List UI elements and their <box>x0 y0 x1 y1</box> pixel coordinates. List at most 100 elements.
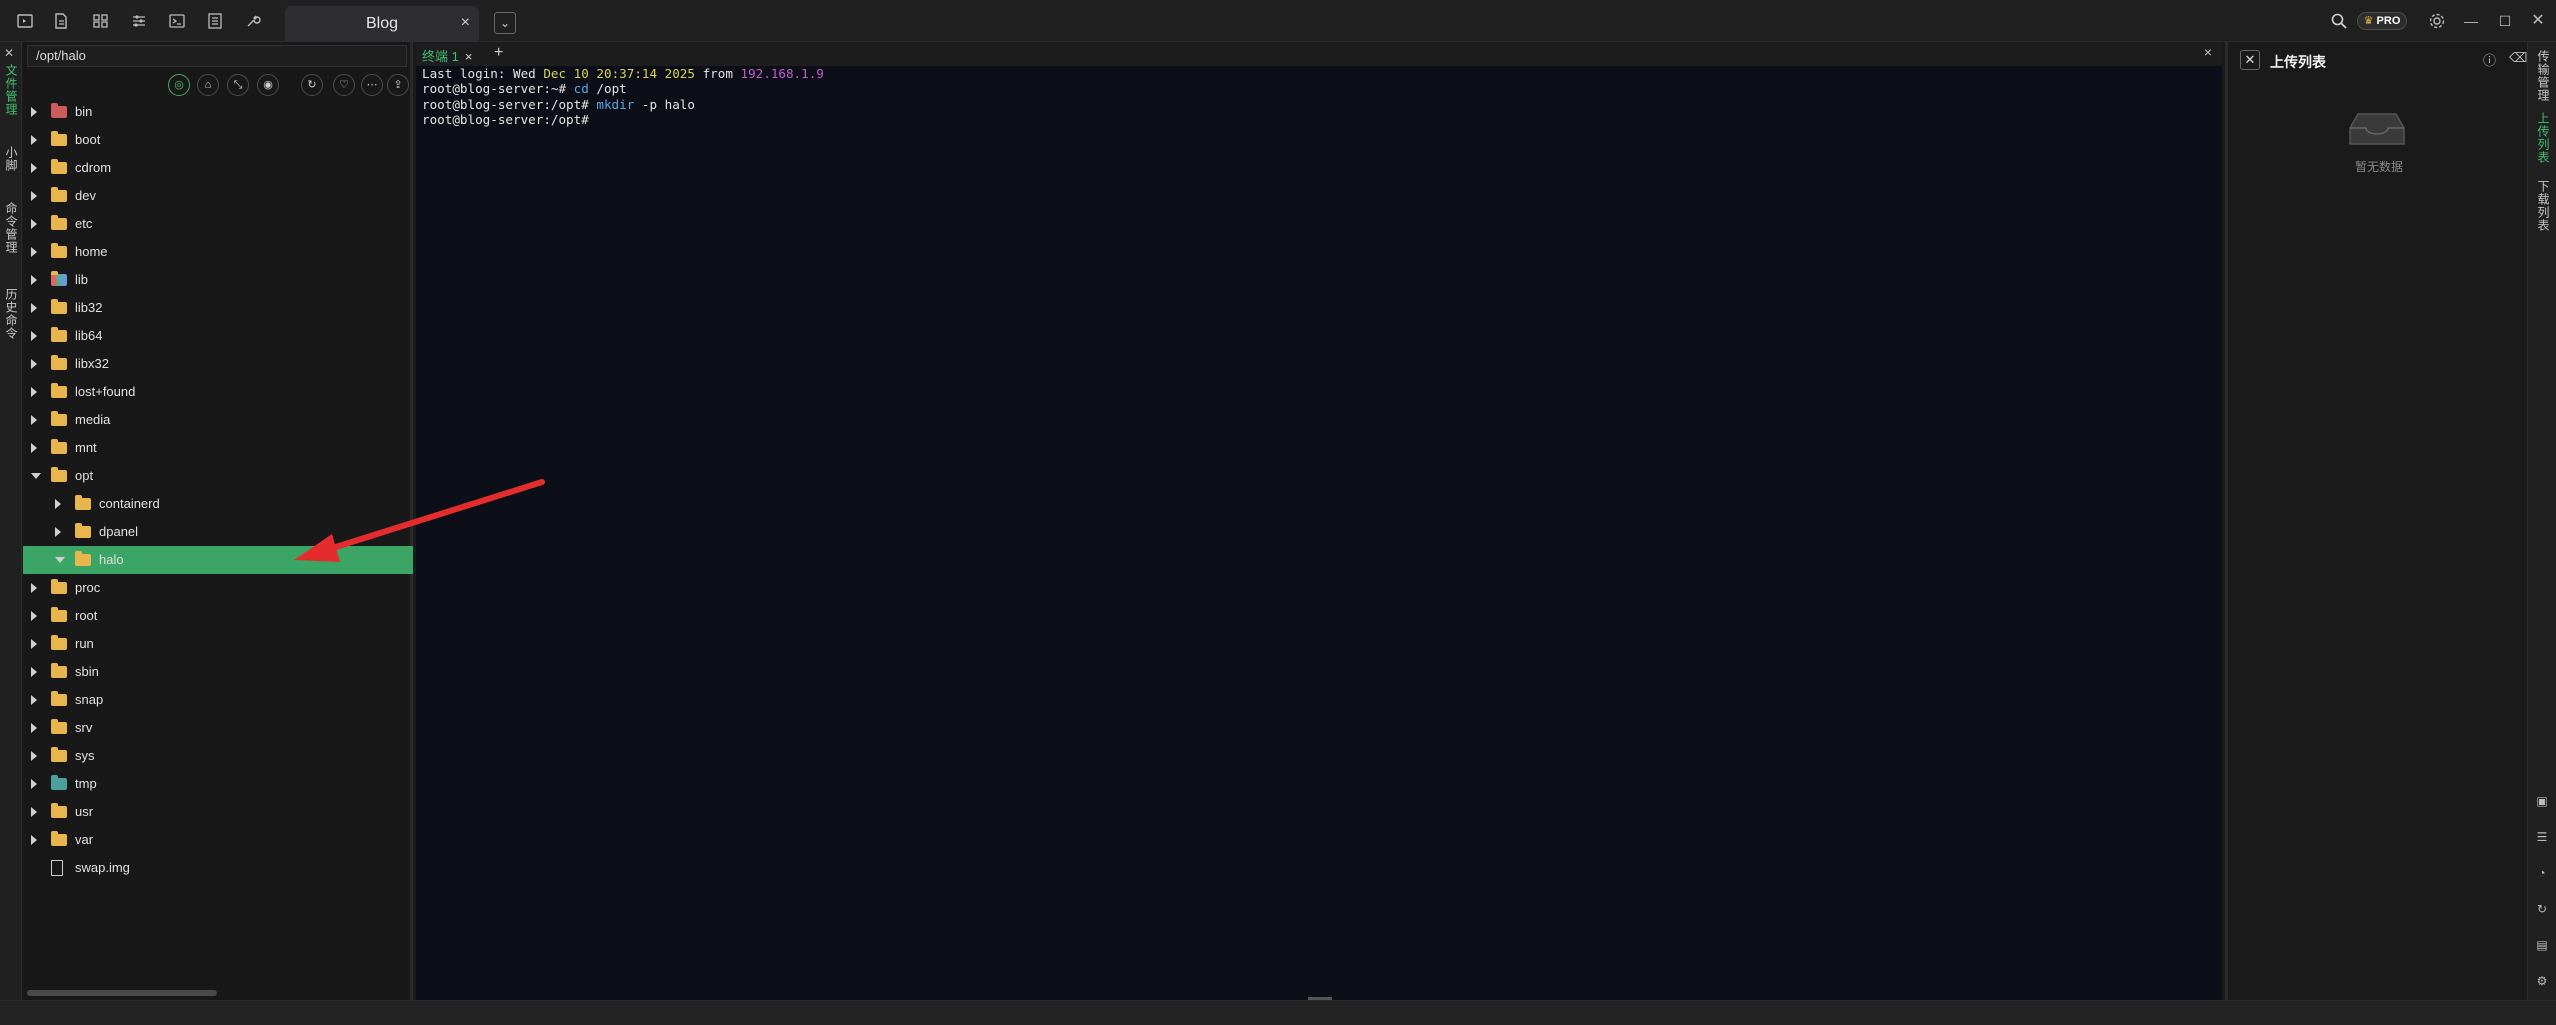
settings-icon[interactable]: ⚙ <box>2535 974 2549 988</box>
tree-row-dev[interactable]: dev <box>23 182 413 210</box>
chevron-right-icon[interactable] <box>31 107 37 117</box>
tree-row-lib32[interactable]: lib32 <box>23 294 413 322</box>
chevron-right-icon[interactable] <box>31 219 37 229</box>
terminal-icon[interactable] <box>168 12 186 30</box>
chevron-right-icon[interactable] <box>31 779 37 789</box>
chevron-right-icon[interactable] <box>31 583 37 593</box>
home-icon[interactable]: ⌂ <box>197 74 219 96</box>
locate-icon[interactable]: ◎ <box>168 74 190 96</box>
terminal-tab-close-icon[interactable]: × <box>465 49 473 64</box>
folder-icon <box>51 187 67 202</box>
terminal-icon[interactable]: ▣ <box>2535 794 2549 808</box>
chevron-right-icon[interactable] <box>31 415 37 425</box>
chevron-right-icon[interactable] <box>31 611 37 621</box>
tab-dropdown-button[interactable]: ⌄ <box>494 12 516 34</box>
tree-row-usr[interactable]: usr <box>23 798 413 826</box>
collapse-icon[interactable]: ⤡ <box>227 74 249 96</box>
tree-row-boot[interactable]: boot <box>23 126 413 154</box>
upload-icon[interactable]: ⇪ <box>387 74 409 96</box>
path-input[interactable]: /opt/halo <box>27 45 407 67</box>
chevron-right-icon[interactable] <box>31 639 37 649</box>
rail-tab-download[interactable]: 下载列表 <box>2535 180 2552 232</box>
list-icon[interactable] <box>206 12 224 30</box>
tree-row-tmp[interactable]: tmp <box>23 770 413 798</box>
close-terminal-button[interactable]: × <box>2204 44 2212 60</box>
tree-row-srv[interactable]: srv <box>23 714 413 742</box>
rail-tab-scripts[interactable]: 小脚 <box>3 146 20 172</box>
chevron-right-icon[interactable] <box>31 359 37 369</box>
tree-row-lost-found[interactable]: lost+found <box>23 378 413 406</box>
upload-close-button[interactable]: ✕ <box>2240 50 2260 70</box>
tree-row-lib[interactable]: lib <box>23 266 413 294</box>
tab-terminal-1[interactable]: 终端 1 × <box>416 42 478 66</box>
minimize-button[interactable]: — <box>2462 12 2480 30</box>
rail-tab-commands[interactable]: 命令管理 <box>3 202 20 254</box>
chevron-right-icon[interactable] <box>31 163 37 173</box>
tree-row-root[interactable]: root <box>23 602 413 630</box>
chevron-right-icon[interactable] <box>31 807 37 817</box>
chevron-right-icon[interactable] <box>55 527 61 537</box>
chevron-right-icon[interactable] <box>31 135 37 145</box>
tree-row-mnt[interactable]: mnt <box>23 434 413 462</box>
clear-icon[interactable]: ⌫ <box>2509 50 2527 66</box>
favorite-icon[interactable]: ♡ <box>333 74 355 96</box>
tree-row-sbin[interactable]: sbin <box>23 658 413 686</box>
left-rail-close-icon[interactable]: ✕ <box>4 46 14 60</box>
rail-tab-history[interactable]: 历史命令 <box>3 288 20 340</box>
session-tab-close-icon[interactable]: × <box>461 14 470 32</box>
grid-icon[interactable] <box>92 12 110 30</box>
tree-row-swap-img[interactable]: swap.img <box>23 854 413 882</box>
tree-row-etc[interactable]: etc <box>23 210 413 238</box>
refresh-icon[interactable]: ↻ <box>301 74 323 96</box>
horizontal-scrollbar[interactable] <box>27 990 217 996</box>
add-terminal-button[interactable]: + <box>494 44 503 62</box>
rail-tab-upload[interactable]: 上传列表 <box>2535 112 2552 164</box>
tree-row-home[interactable]: home <box>23 238 413 266</box>
chevron-right-icon[interactable] <box>31 303 37 313</box>
chevron-right-icon[interactable] <box>31 275 37 285</box>
tree-row-libx32[interactable]: libx32 <box>23 350 413 378</box>
speed-icon[interactable]: ◔ <box>2535 866 2549 880</box>
tree-row-snap[interactable]: snap <box>23 686 413 714</box>
session-tab[interactable]: Blog × <box>285 6 479 42</box>
settings-icon[interactable] <box>2428 12 2446 30</box>
tools-icon[interactable] <box>244 12 262 30</box>
eye-icon[interactable]: ◉ <box>257 74 279 96</box>
chevron-right-icon[interactable] <box>31 835 37 845</box>
terminal-output[interactable]: Last login: Wed Dec 10 20:37:14 2025 fro… <box>416 66 2222 1000</box>
chevron-right-icon[interactable] <box>31 695 37 705</box>
search-icon[interactable] <box>2330 12 2348 30</box>
tree-row-media[interactable]: media <box>23 406 413 434</box>
close-window-button[interactable]: ✕ <box>2529 12 2547 30</box>
rail-tab-file-manager[interactable]: 文件管理 <box>3 64 20 116</box>
file-icon[interactable] <box>52 12 70 30</box>
chevron-right-icon[interactable] <box>31 331 37 341</box>
chevron-right-icon[interactable] <box>55 499 61 509</box>
tree-row-proc[interactable]: proc <box>23 574 413 602</box>
new-session-icon[interactable] <box>16 12 34 30</box>
tree-row-lib64[interactable]: lib64 <box>23 322 413 350</box>
save-icon[interactable]: ▤ <box>2535 938 2549 952</box>
chevron-right-icon[interactable] <box>31 443 37 453</box>
list-icon[interactable]: ☰ <box>2535 830 2549 844</box>
maximize-button[interactable]: ☐ <box>2496 12 2514 30</box>
chevron-down-icon[interactable] <box>31 473 41 479</box>
more-icon[interactable]: ⋯ <box>361 74 383 96</box>
tree-row-bin[interactable]: bin <box>23 98 413 126</box>
chevron-right-icon[interactable] <box>31 667 37 677</box>
rail-tab-transfer[interactable]: 传输管理 <box>2535 50 2552 102</box>
tree-row-cdrom[interactable]: cdrom <box>23 154 413 182</box>
tree-row-sys[interactable]: sys <box>23 742 413 770</box>
refresh-icon[interactable]: ↻ <box>2535 902 2549 916</box>
chevron-down-icon[interactable] <box>55 557 65 563</box>
chevron-right-icon[interactable] <box>31 191 37 201</box>
tree-row-run[interactable]: run <box>23 630 413 658</box>
sliders-icon[interactable] <box>130 12 148 30</box>
tree-row-var[interactable]: var <box>23 826 413 854</box>
chevron-right-icon[interactable] <box>31 247 37 257</box>
chevron-right-icon[interactable] <box>31 723 37 733</box>
chevron-right-icon[interactable] <box>31 387 37 397</box>
pro-badge[interactable]: ♛ PRO <box>2357 12 2407 30</box>
info-icon[interactable]: ⓘ <box>2483 50 2496 69</box>
chevron-right-icon[interactable] <box>31 751 37 761</box>
